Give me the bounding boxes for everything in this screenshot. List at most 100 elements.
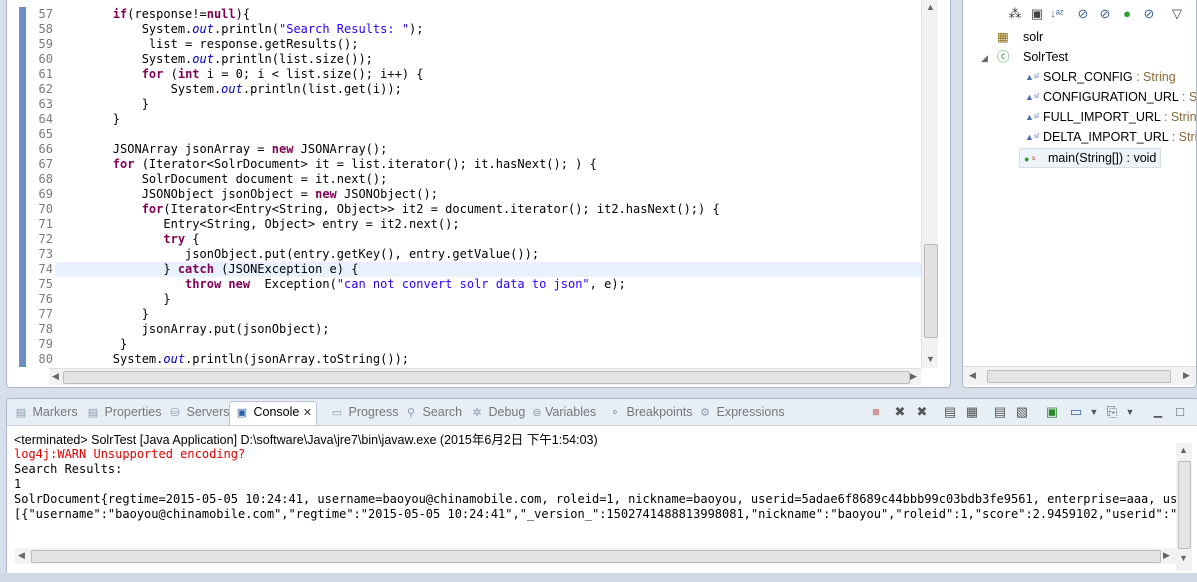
code-line[interactable]: SolrDocument document = it.next();	[55, 172, 921, 187]
code-line[interactable]: }	[55, 292, 921, 307]
view-menu-icon[interactable]: ▽	[1169, 6, 1185, 22]
line-number: 65	[38, 127, 53, 141]
tab-variables[interactable]: ⊚ Variables	[529, 402, 596, 422]
code-line[interactable]: jsonObject.put(entry.getKey(), entry.get…	[55, 247, 921, 262]
outline-item-field[interactable]: ▲ˢᶠDELTA_IMPORT_URL : String	[1025, 128, 1196, 146]
editor-horizontal-scrollbar[interactable]: ◀ ▶	[49, 368, 921, 385]
code-line[interactable]: for (int i = 0; i < list.size(); i++) {	[55, 67, 921, 82]
outline-item-method[interactable]: ● ˢ main(String[]) : void	[1019, 148, 1162, 168]
maximize-icon[interactable]: □	[1171, 403, 1189, 421]
chevron-down-icon[interactable]: ▼	[1121, 403, 1139, 421]
code-line[interactable]: System.out.println(list.get(i));	[55, 82, 921, 97]
remove-all-terminated-icon[interactable]: ✖	[913, 403, 931, 421]
code-line[interactable]: for (Iterator<SolrDocument> it = list.it…	[55, 157, 921, 172]
search-icon: ⚲	[406, 407, 416, 419]
editor-vertical-scrollbar[interactable]: ▲ ▼	[921, 0, 938, 368]
console-horizontal-scroll-thumb[interactable]	[31, 550, 1161, 563]
hide-non-public-icon[interactable]: ●	[1119, 6, 1135, 22]
code-line[interactable]	[55, 127, 921, 142]
scroll-right-icon[interactable]: ▶	[1183, 370, 1190, 381]
hide-static-icon[interactable]: ⊘	[1097, 6, 1113, 22]
variables-icon: ⊚	[532, 407, 542, 419]
scroll-up-icon[interactable]: ▲	[1179, 445, 1188, 455]
code-line[interactable]: JSONObject jsonObject = new JSONObject()…	[55, 187, 921, 202]
scroll-right-icon[interactable]: ▶	[910, 371, 917, 382]
code-line[interactable]: System.out.println(jsonArray.toString())…	[55, 352, 921, 367]
code-area[interactable]: if(response!=null){ System.out.println("…	[55, 0, 921, 368]
code-line[interactable]: Entry<String, Object> entry = it2.next()…	[55, 217, 921, 232]
line-number: 79	[38, 337, 53, 351]
collapse-all-icon[interactable]: ⁂	[1007, 6, 1023, 22]
remove-launch-icon[interactable]: ✖	[891, 403, 909, 421]
code-line[interactable]: throw new Exception("can not convert sol…	[55, 277, 921, 292]
code-line[interactable]: jsonArray.put(jsonObject);	[55, 322, 921, 337]
code-line[interactable]: if(response!=null){	[55, 7, 921, 22]
scroll-lock-icon[interactable]: ▦	[963, 403, 981, 421]
editor-horizontal-scroll-thumb[interactable]	[63, 371, 910, 384]
outline-scroll-thumb[interactable]	[987, 370, 1171, 383]
code-line[interactable]: JSONArray jsonArray = new JSONArray();	[55, 142, 921, 157]
chevron-down-icon[interactable]: ▼	[1085, 403, 1103, 421]
code-line[interactable]: }	[55, 337, 921, 352]
overview-ruler	[938, 0, 950, 368]
console-vertical-scrollbar[interactable]: ▲ ▼	[1176, 443, 1192, 571]
code-token: new	[228, 277, 251, 291]
show-on-output-icon[interactable]: ▧	[1013, 403, 1031, 421]
editor-vertical-scroll-thumb[interactable]	[924, 244, 938, 338]
outline-horizontal-scrollbar[interactable]: ◀ ▶	[963, 366, 1196, 385]
code-token: (Iterator<Entry<String, Object>> it2 = d…	[163, 202, 720, 216]
outline-item-field[interactable]: ▲ˢᶠ SOLR_CONFIG : String	[1025, 68, 1176, 86]
tab-progress[interactable]: ▭ Progress	[329, 402, 399, 422]
scroll-left-icon[interactable]: ◀	[969, 370, 976, 381]
outline-item-field[interactable]: ▲ˢᶠFULL_IMPORT_URL : String	[1025, 108, 1196, 126]
code-line[interactable]: } catch (JSONException e) {	[55, 262, 921, 277]
scroll-right-icon[interactable]: ▶	[1163, 550, 1170, 561]
console-output[interactable]: log4j:WARN Unsupported encoding? Search R…	[14, 447, 1176, 522]
clear-console-icon[interactable]: ▤	[941, 403, 959, 421]
hide-local-types-icon[interactable]: ⊘	[1141, 6, 1157, 22]
scroll-down-icon[interactable]: ▼	[1179, 553, 1188, 563]
word-wrap-icon[interactable]: ▤	[991, 403, 1009, 421]
code-line[interactable]: System.out.println(list.size());	[55, 52, 921, 67]
console-vertical-scroll-thumb[interactable]	[1178, 461, 1191, 549]
bottom-tab-bar: ▤ Markers ▤ Properties ⛁ Servers ▣ Conso…	[7, 399, 1197, 426]
scroll-left-icon[interactable]: ◀	[18, 550, 25, 561]
code-line[interactable]: }	[55, 307, 921, 322]
collapse-arrow-icon[interactable]: ◢	[981, 49, 997, 67]
outline-item-class[interactable]: ◢ ⓒ SolrTest	[981, 48, 1068, 66]
pin-console-icon[interactable]: ▣	[1043, 403, 1061, 421]
line-number: 58	[38, 22, 53, 36]
code-line[interactable]: }	[55, 97, 921, 112]
code-line[interactable]: list = response.getResults();	[55, 37, 921, 52]
tab-properties[interactable]: ▤ Properties	[85, 402, 162, 422]
sort-icon[interactable]: ↓ᵃᶻ	[1049, 6, 1065, 22]
code-line[interactable]: }	[55, 112, 921, 127]
terminate-icon[interactable]: ■	[867, 403, 885, 421]
change-ruler-marker	[19, 352, 26, 367]
outline-item-field[interactable]: ▲ˢᶠCONFIGURATION_URL : String	[1025, 88, 1196, 106]
breakpoints-icon: ⚬	[610, 407, 620, 419]
scroll-left-icon[interactable]: ◀	[52, 371, 59, 382]
display-console-icon[interactable]: ▭	[1067, 403, 1085, 421]
focus-icon[interactable]: ▣	[1029, 6, 1045, 22]
tab-debug[interactable]: ✲ Debug	[469, 402, 525, 422]
console-horizontal-scrollbar[interactable]: ◀ ▶	[15, 548, 1176, 564]
open-console-icon[interactable]: ⎘	[1103, 403, 1121, 421]
scroll-up-icon[interactable]: ▲	[926, 2, 935, 12]
code-editor[interactable]: 57 58 59 60 61 62 63 64 65 66 67 68 69 70 71 72 73 74 75 76…	[6, 0, 951, 388]
hide-fields-icon[interactable]: ⊘	[1075, 6, 1091, 22]
tab-breakpoints[interactable]: ⚬ Breakpoints	[607, 402, 692, 422]
code-line[interactable]: for(Iterator<Entry<String, Object>> it2 …	[55, 202, 921, 217]
code-line[interactable]: System.out.println("Search Results: ");	[55, 22, 921, 37]
tab-search[interactable]: ⚲ Search	[403, 402, 462, 422]
tab-expressions[interactable]: ⚙ Expressions	[697, 402, 785, 422]
code-line[interactable]: try {	[55, 232, 921, 247]
tab-console[interactable]: ▣ Console ✕	[229, 401, 318, 425]
minimize-icon[interactable]: ▁	[1149, 403, 1167, 421]
outline-item-package[interactable]: ▦ solr	[997, 28, 1043, 46]
tab-markers[interactable]: ▤ Markers	[13, 402, 78, 422]
quick-diff-ruler	[7, 0, 15, 368]
scroll-down-icon[interactable]: ▼	[926, 354, 935, 364]
close-icon[interactable]: ✕	[303, 407, 312, 419]
tab-servers[interactable]: ⛁ Servers	[167, 402, 229, 422]
